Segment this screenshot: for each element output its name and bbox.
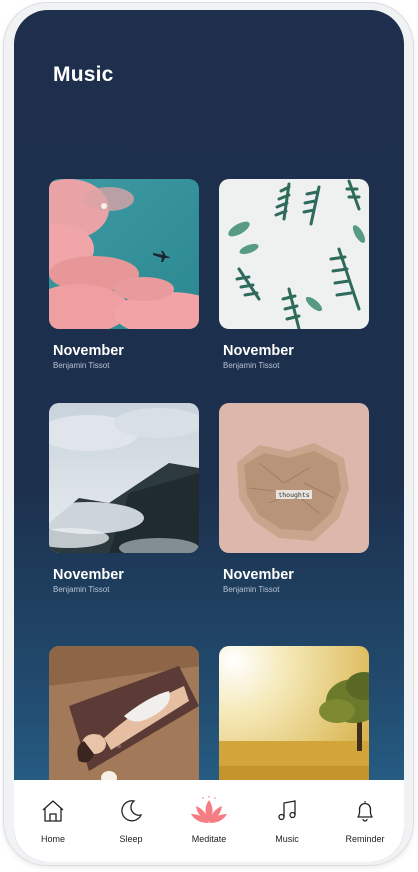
cover-image-crumpled-paper: thoughts (219, 403, 369, 553)
card-artist: Benjamin Tissot (53, 361, 110, 370)
lotus-icon (190, 796, 228, 825)
card-title: November (53, 567, 124, 583)
app-screen: Music November Benjamin Tissot November … (14, 10, 404, 862)
cover-image-pink-clouds (49, 179, 199, 329)
card-title: November (53, 343, 124, 359)
cover-image-misty-forest (49, 403, 199, 553)
card-title: November (223, 343, 294, 359)
tab-music[interactable]: Music (252, 797, 322, 844)
card-artist: Benjamin Tissot (223, 361, 280, 370)
tab-label: Home (40, 834, 65, 844)
card-title: November (223, 567, 294, 583)
tab-label: Music (275, 834, 299, 844)
music-note-icon (275, 797, 299, 825)
tab-label: Reminder (345, 834, 385, 844)
bell-icon (353, 797, 377, 825)
tab-sleep[interactable]: Sleep (96, 797, 166, 844)
moon-icon (119, 797, 143, 825)
bottom-tab-bar: Home Sleep Meditate Music Reminder (14, 780, 404, 862)
cover-image-yoga-woman (49, 646, 199, 796)
tab-home[interactable]: Home (18, 797, 88, 844)
music-card[interactable]: November Benjamin Tissot (219, 179, 369, 370)
music-card[interactable] (219, 646, 369, 796)
music-card[interactable]: thoughts November Benjamin Tissot (219, 403, 369, 594)
home-icon (41, 797, 65, 825)
cover-image-fern-leaves (219, 179, 369, 329)
card-artist: Benjamin Tissot (53, 585, 110, 594)
tab-label: Sleep (119, 834, 143, 844)
card-artist: Benjamin Tissot (223, 585, 280, 594)
cover-image-golden-field (219, 646, 369, 796)
tab-reminder[interactable]: Reminder (330, 797, 400, 844)
paper-label: thoughts (278, 491, 309, 499)
tab-label: Meditate (191, 834, 227, 844)
music-card[interactable] (49, 646, 199, 796)
music-card[interactable]: November Benjamin Tissot (49, 403, 199, 594)
page-title: Music (53, 63, 114, 86)
tab-meditate[interactable]: Meditate (174, 796, 244, 844)
music-card[interactable]: November Benjamin Tissot (49, 179, 199, 370)
